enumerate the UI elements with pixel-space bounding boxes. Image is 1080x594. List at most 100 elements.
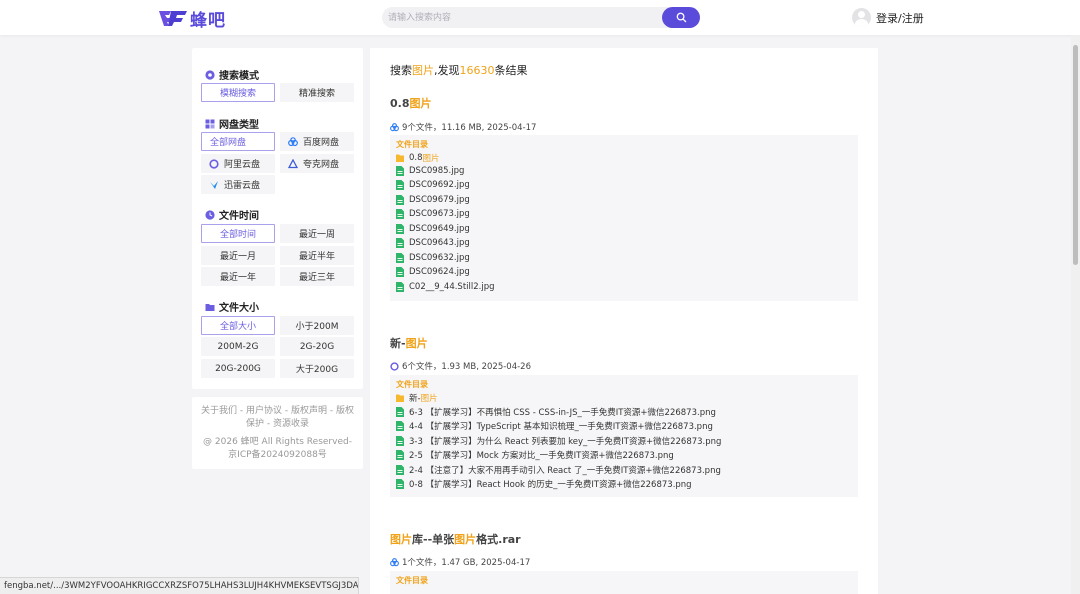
image-file-icon <box>396 253 404 263</box>
login-register-label: 登录/注册 <box>876 11 924 25</box>
file-item: DSC09624.jpg <box>396 267 470 277</box>
image-file-icon <box>396 238 404 248</box>
disk-type-xunlei[interactable]: 迅雷云盘 <box>201 175 275 194</box>
file-size-20g-200g[interactable]: 20G-200G <box>201 359 275 378</box>
results-summary: 搜索图片,发现16630条结果 <box>390 64 528 77</box>
file-size-lt200m[interactable]: 小于200M <box>280 316 354 335</box>
search-button[interactable] <box>662 7 700 28</box>
search-icon <box>676 12 686 23</box>
file-item: 0-8 【扩展学习】React Hook 的历史_一手免费IT资源+微信2268… <box>396 478 692 490</box>
file-size-gt200g[interactable]: 大于200G <box>280 359 354 378</box>
xunlei-disk-icon <box>210 180 218 189</box>
file-item: 2-5 【扩展学习】Mock 方案对比_一手免费IT资源+微信226873.pn… <box>396 449 674 461</box>
top-header: 蜂吧 登录/注册 <box>0 0 1080 35</box>
file-directory: 文件目录 0.8 图片 DSC0985.jpg DSC09692.jpg DSC0… <box>390 135 858 301</box>
result-meta: 6个文件，1.93 MB, 2025-04-26 <box>390 360 531 372</box>
clock-icon <box>205 209 215 220</box>
file-time-year[interactable]: 最近一年 <box>201 267 275 286</box>
file-size-2g-20g[interactable]: 2G-20G <box>280 337 354 356</box>
image-file-icon <box>396 479 404 489</box>
file-time-threeyear[interactable]: 最近三年 <box>280 267 354 286</box>
file-item: 2-4 【注意了】大家不用再手动引入 React 了_一手免费IT资源+微信22… <box>396 464 721 476</box>
image-file-icon <box>396 450 404 460</box>
disk-type-all[interactable]: 全部网盘 <box>201 132 275 151</box>
file-time-all[interactable]: 全部时间 <box>201 224 275 243</box>
image-file-icon <box>396 195 404 205</box>
search-mode-icon <box>205 69 215 80</box>
file-directory: 文件目录 新- 图片 6-3 【扩展学习】不再惧怕 CSS - CSS-in-JS… <box>390 375 858 497</box>
page-scrollbar[interactable] <box>1071 35 1080 594</box>
disk-type-aliyun[interactable]: 阿里云盘 <box>201 154 275 173</box>
file-time-week[interactable]: 最近一周 <box>280 224 354 243</box>
result-title[interactable]: 图片库--单张图片格式.rar <box>390 531 521 547</box>
baidu-disk-icon <box>390 122 399 131</box>
file-item: 4-4 【扩展学习】TypeScript 基本知识梳理_一手免费IT资源+微信2… <box>396 420 713 432</box>
file-size-all[interactable]: 全部大小 <box>201 316 275 335</box>
image-file-icon <box>396 421 404 431</box>
folder-icon <box>396 154 404 162</box>
result-meta: 1个文件，1.47 GB, 2025-04-17 <box>390 556 530 568</box>
avatar <box>852 8 871 27</box>
folder-item: 新- 图片 <box>396 392 438 404</box>
baidu-disk-icon <box>288 136 298 146</box>
baidu-disk-icon <box>390 557 399 566</box>
image-file-icon <box>396 267 404 277</box>
scrollbar-thumb[interactable] <box>1073 45 1078 265</box>
search-mode-fuzzy[interactable]: 模糊搜索 <box>201 83 275 102</box>
disk-type-title: 网盘类型 <box>205 116 259 131</box>
file-size-title: 文件大小 <box>205 299 259 314</box>
directory-label: 文件目录 <box>396 380 428 389</box>
result-title[interactable]: 0.8图片 <box>390 95 432 111</box>
image-file-icon <box>396 282 404 292</box>
directory-label: 文件目录 <box>396 576 428 585</box>
disk-type-baidu[interactable]: 百度网盘 <box>280 132 354 151</box>
file-item: C02__9_44.Still2.jpg <box>396 282 495 292</box>
footer-copyright: @ 2026 蜂吧 All Rights Reserved-京ICP备20240… <box>203 437 352 460</box>
file-item: DSC0985.jpg <box>396 166 464 176</box>
file-item: DSC09692.jpg <box>396 180 470 190</box>
file-item: DSC09643.jpg <box>396 238 470 248</box>
footer-links[interactable]: 关于我们 - 用户协议 - 版权声明 - 版权保护 - 资源收录 <box>200 405 355 431</box>
folder-icon <box>205 303 215 311</box>
file-time-halfyear[interactable]: 最近半年 <box>280 246 354 265</box>
file-directory: 文件目录 <box>390 571 858 594</box>
browser-status-bar: fengba.net/.../3WM2YFVOOAHKRIGCCXRZSFO75… <box>0 577 359 594</box>
filter-panel: 搜索模式 模糊搜索 精准搜索 网盘类型 全部网盘 百度网盘 阿里云盘 夸克网盘 … <box>192 48 363 389</box>
directory-label: 文件目录 <box>396 140 428 149</box>
image-file-icon <box>396 465 404 475</box>
file-item: 3-3 【扩展学习】为什么 React 列表要加 key_一手免费IT资源+微信… <box>396 435 721 447</box>
search-input[interactable] <box>388 9 658 26</box>
file-time-title: 文件时间 <box>205 207 259 222</box>
search-mode-exact[interactable]: 精准搜索 <box>280 83 354 102</box>
search-mode-title: 搜索模式 <box>205 67 259 82</box>
footer-card: 关于我们 - 用户协议 - 版权声明 - 版权保护 - 资源收录 @ 2026 … <box>192 397 363 469</box>
folder-icon <box>396 394 404 402</box>
image-file-icon <box>396 209 404 219</box>
search-box <box>382 7 700 28</box>
file-item: 6-3 【扩展学习】不再惧怕 CSS - CSS-in-JS_一手免费IT资源+… <box>396 406 716 418</box>
image-file-icon <box>396 166 404 176</box>
site-logo[interactable]: 蜂吧 <box>158 7 226 31</box>
aliyun-disk-icon <box>390 361 399 371</box>
result-meta: 9个文件，11.16 MB, 2025-04-17 <box>390 121 536 133</box>
aliyun-disk-icon <box>209 158 219 169</box>
file-item: DSC09632.jpg <box>396 253 470 263</box>
image-file-icon <box>396 436 404 446</box>
file-time-month[interactable]: 最近一月 <box>201 246 275 265</box>
logo-icon <box>159 11 187 26</box>
disk-type-quark[interactable]: 夸克网盘 <box>280 154 354 173</box>
logo-text: 蜂吧 <box>190 10 226 31</box>
file-item: DSC09673.jpg <box>396 209 470 219</box>
results-panel: 搜索图片,发现16630条结果 0.8图片 9个文件，11.16 MB, 202… <box>370 48 878 594</box>
login-register[interactable]: 登录/注册 <box>852 8 924 27</box>
file-item: DSC09649.jpg <box>396 224 470 234</box>
quark-disk-icon <box>288 158 298 168</box>
image-file-icon <box>396 224 404 234</box>
result-title[interactable]: 新-图片 <box>390 335 428 351</box>
folder-item: 0.8 图片 <box>396 152 440 164</box>
file-item: DSC09679.jpg <box>396 195 470 205</box>
file-size-200m-2g[interactable]: 200M-2G <box>201 337 275 356</box>
image-file-icon <box>396 407 404 417</box>
image-file-icon <box>396 180 404 190</box>
disk-type-icon <box>205 119 215 128</box>
